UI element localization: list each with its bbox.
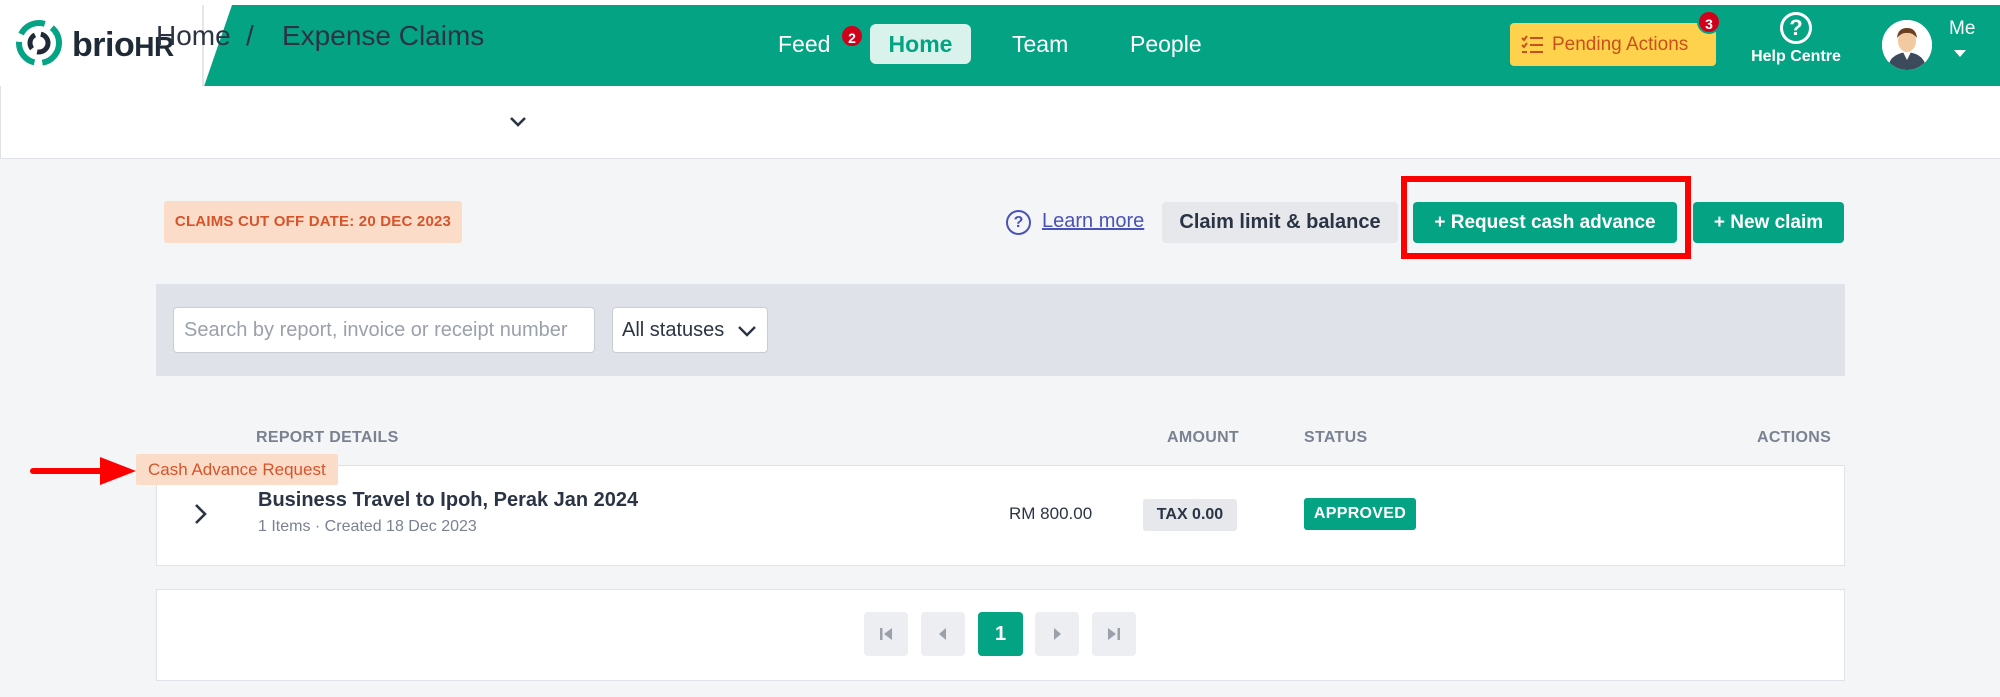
report-title[interactable]: Business Travel to Ipoh, Perak Jan 2024 [258, 489, 638, 512]
next-page-button[interactable] [1035, 612, 1079, 656]
brand-name: brio [72, 26, 135, 64]
column-header-report: REPORT DETAILS [256, 429, 399, 446]
pending-list-icon [1521, 35, 1543, 53]
me-menu-label[interactable]: Me [1949, 18, 1975, 40]
help-centre-button[interactable]: ? Help Centre [1748, 12, 1844, 66]
nav-feed[interactable]: Feed [778, 24, 830, 64]
feed-notification-badge: 2 [840, 24, 864, 48]
new-claim-button[interactable]: + New claim [1693, 202, 1844, 243]
question-icon[interactable]: ? [1006, 210, 1031, 235]
search-input[interactable] [173, 307, 595, 353]
claims-cutoff-badge: CLAIMS CUT OFF DATE: 20 DEC 2023 [164, 201, 462, 243]
column-header-amount: AMOUNT [1167, 429, 1240, 446]
chevron-right-icon[interactable] [186, 500, 214, 528]
chevron-down-icon[interactable] [736, 320, 758, 342]
report-amount: RM 800.00 [1009, 504, 1093, 523]
claim-limit-button[interactable]: Claim limit & balance [1162, 202, 1398, 243]
last-page-icon [1108, 628, 1120, 640]
pending-actions-button[interactable]: Pending Actions [1510, 23, 1716, 66]
prev-page-button[interactable] [921, 612, 965, 656]
nav-home[interactable]: Home [870, 24, 971, 64]
nav-people[interactable]: People [1130, 24, 1202, 64]
avatar-person-icon [1882, 20, 1932, 70]
help-centre-label: Help Centre [1751, 48, 1841, 65]
table-row[interactable] [156, 465, 1845, 566]
first-page-button[interactable] [864, 612, 908, 656]
pending-actions-label: Pending Actions [1552, 34, 1689, 55]
prev-page-icon [939, 628, 946, 640]
column-header-actions: ACTIONS [1757, 429, 1832, 446]
learn-more-link[interactable]: Learn more [1042, 210, 1144, 233]
brio-logo-icon[interactable] [16, 20, 62, 66]
request-cash-advance-button[interactable]: + Request cash advance [1413, 202, 1677, 243]
page-number-current[interactable]: 1 [978, 612, 1023, 656]
chevron-down-icon[interactable] [506, 110, 530, 134]
breadcrumb-current[interactable]: Expense Claims [282, 20, 484, 52]
help-icon: ? [1780, 12, 1812, 44]
nav-team[interactable]: Team [1012, 24, 1068, 64]
red-arrow-icon [30, 457, 136, 485]
breadcrumb [0, 86, 2000, 159]
breadcrumb-separator: / [246, 20, 254, 51]
me-dropdown-caret-icon[interactable] [1954, 50, 1966, 57]
last-page-button[interactable] [1092, 612, 1136, 656]
status-badge: APPROVED [1304, 498, 1416, 530]
tax-badge: TAX 0.00 [1143, 499, 1237, 531]
column-header-status: STATUS [1304, 429, 1368, 446]
cash-advance-tag: Cash Advance Request [136, 454, 338, 485]
avatar[interactable] [1882, 20, 1932, 70]
pending-actions-badge: 3 [1697, 10, 1721, 34]
first-page-icon [880, 628, 892, 640]
next-page-icon [1054, 628, 1061, 640]
breadcrumb-home[interactable]: Home [156, 20, 231, 52]
report-subtitle: 1 Items · Created 18 Dec 2023 [258, 518, 477, 535]
